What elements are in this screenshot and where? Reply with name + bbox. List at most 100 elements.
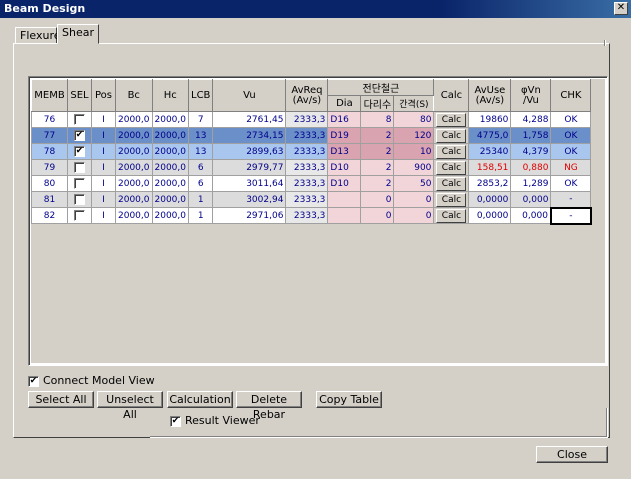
select-all-button[interactable]: Select All [28, 391, 94, 408]
result-viewer-option[interactable]: ✔ Result Viewer [170, 414, 260, 427]
row-select-checkbox[interactable] [74, 194, 85, 205]
cell-calc[interactable]: Calc [433, 143, 470, 160]
cell-vu: 2971,06 [212, 207, 287, 224]
cell-spacing[interactable]: 50 [393, 175, 435, 192]
calc-button[interactable]: Calc [436, 176, 467, 191]
cell-spacing[interactable]: 0 [393, 207, 435, 224]
cell-phivn: 4,288 [510, 111, 552, 128]
cell-dia[interactable] [327, 207, 362, 224]
cell-legs[interactable]: 0 [360, 207, 395, 224]
cell-legs[interactable]: 2 [360, 175, 395, 192]
row-select-checkbox[interactable] [74, 114, 85, 125]
close-icon[interactable]: ✕ [614, 2, 628, 15]
table-row[interactable]: 82 I 2000,0 2000,0 1 2971,06 2333,3 0 0 Calc 0,000… [31, 206, 592, 225]
cell-legs[interactable]: 2 [360, 143, 395, 160]
cell-sel[interactable] [67, 111, 92, 128]
cell-spacing[interactable]: 900 [393, 159, 435, 176]
cell-avreq: 2333,3 [285, 127, 329, 144]
cell-calc[interactable]: Calc [433, 127, 470, 144]
header-pos[interactable]: Pos [91, 79, 116, 112]
cell-legs[interactable]: 8 [360, 111, 395, 128]
cell-sel[interactable] [67, 207, 92, 224]
cell-legs[interactable]: 2 [360, 127, 395, 144]
header-calc[interactable]: Calc [433, 79, 470, 112]
cell-dia[interactable]: D10 [327, 159, 362, 176]
cell-avreq: 2333,3 [285, 143, 329, 160]
cell-calc[interactable]: Calc [433, 191, 470, 208]
cell-memb: 78 [31, 143, 68, 160]
header-phivn[interactable]: φVn /Vu [510, 79, 552, 112]
cell-spacing[interactable]: 120 [393, 127, 435, 144]
calc-button[interactable]: Calc [436, 128, 467, 143]
cell-calc[interactable]: Calc [433, 111, 470, 128]
header-sel[interactable]: SEL [67, 79, 92, 112]
cell-legs[interactable]: 2 [360, 159, 395, 176]
calc-button[interactable]: Calc [436, 160, 467, 175]
cell-bc: 2000,0 [115, 159, 153, 176]
cell-dia[interactable]: D10 [327, 175, 362, 192]
divider [604, 40, 606, 46]
row-select-checkbox[interactable]: ✔ [74, 130, 85, 141]
table-row[interactable]: 81 I 2000,0 2000,0 1 3002,94 2333,3 0 0 Calc 0,000… [31, 191, 592, 208]
cell-spacing[interactable]: 80 [393, 111, 435, 128]
cell-sel[interactable]: ✔ [67, 127, 92, 144]
header-memb[interactable]: MEMB [31, 79, 68, 112]
header-chk[interactable]: CHK [550, 79, 592, 112]
calc-button[interactable]: Calc [436, 192, 467, 207]
row-select-checkbox[interactable] [74, 178, 85, 189]
tab-shear[interactable]: Shear [57, 24, 99, 44]
row-select-checkbox[interactable] [74, 162, 85, 173]
cell-dia[interactable]: D19 [327, 127, 362, 144]
cell-hc: 2000,0 [151, 127, 189, 144]
cell-sel[interactable] [67, 191, 92, 208]
cell-lcb: 1 [187, 207, 214, 224]
cell-avreq: 2333,3 [285, 207, 329, 224]
header-avreq[interactable]: AvReq (Av/s) [285, 79, 329, 112]
result-viewer-checkbox[interactable]: ✔ [170, 415, 181, 427]
cell-legs[interactable]: 0 [360, 191, 395, 208]
table-row[interactable]: 76 I 2000,0 2000,0 7 2761,45 2333,3 D16 8 80 Calc 1… [31, 111, 592, 128]
table-row[interactable]: 78 ✔ I 2000,0 2000,0 13 2899,63 2333,3 D13 2 10 Cal… [31, 143, 592, 160]
cell-avuse: 158,51 [468, 159, 512, 176]
header-dia[interactable]: Dia [327, 95, 362, 112]
cell-avreq: 2333,3 [285, 111, 329, 128]
delete-rebar-button[interactable]: Delete Rebar [236, 391, 302, 421]
header-hc[interactable]: Hc [151, 79, 189, 112]
cell-calc[interactable]: Calc [433, 207, 470, 224]
tab-flexure[interactable]: Flexure [15, 27, 61, 44]
cell-dia[interactable]: D13 [327, 143, 362, 160]
unselect-all-button[interactable]: Unselect All [97, 391, 163, 421]
cell-calc[interactable]: Calc [433, 159, 470, 176]
header-lcb[interactable]: LCB [187, 79, 214, 112]
calc-button[interactable]: Calc [436, 144, 467, 159]
cell-spacing[interactable]: 10 [393, 143, 435, 160]
cell-dia[interactable] [327, 191, 362, 208]
header-avuse[interactable]: AvUse (Av/s) [468, 79, 512, 112]
cell-calc[interactable]: Calc [433, 175, 470, 192]
calculation-button[interactable]: Calculation [167, 391, 233, 408]
row-select-checkbox[interactable] [74, 210, 85, 221]
calc-button[interactable]: Calc [436, 112, 467, 127]
cell-hc: 2000,0 [151, 207, 189, 224]
connect-model-view-checkbox[interactable]: ✔ [28, 375, 39, 387]
table-row[interactable]: 77 ✔ I 2000,0 2000,0 13 2734,15 2333,3 D19 2 120 Ca… [31, 127, 592, 144]
cell-sel[interactable] [67, 175, 92, 192]
connect-model-view-option[interactable]: ✔ Connect Model View [28, 374, 155, 387]
cell-spacing[interactable]: 0 [393, 191, 435, 208]
header-spacing[interactable]: 간격(S) [393, 95, 435, 112]
header-bc[interactable]: Bc [115, 79, 153, 112]
calc-button[interactable]: Calc [436, 208, 467, 223]
header-vu[interactable]: Vu [212, 79, 287, 112]
copy-table-button[interactable]: Copy Table [316, 391, 382, 408]
cell-avuse: 0,0000 [468, 191, 512, 208]
cell-sel[interactable]: ✔ [67, 143, 92, 160]
cell-chk: NG [550, 159, 592, 176]
header-legs[interactable]: 다리수 [360, 95, 395, 112]
table-row[interactable]: 79 I 2000,0 2000,0 6 2979,77 2333,3 D10 2 900 Calc… [31, 159, 592, 176]
cell-hc: 2000,0 [151, 143, 189, 160]
close-button[interactable]: Close [536, 446, 608, 463]
row-select-checkbox[interactable]: ✔ [74, 146, 85, 157]
cell-sel[interactable] [67, 159, 92, 176]
table-row[interactable]: 80 I 2000,0 2000,0 6 3011,64 2333,3 D10 2 50 Calc 2… [31, 175, 592, 192]
cell-dia[interactable]: D16 [327, 111, 362, 128]
